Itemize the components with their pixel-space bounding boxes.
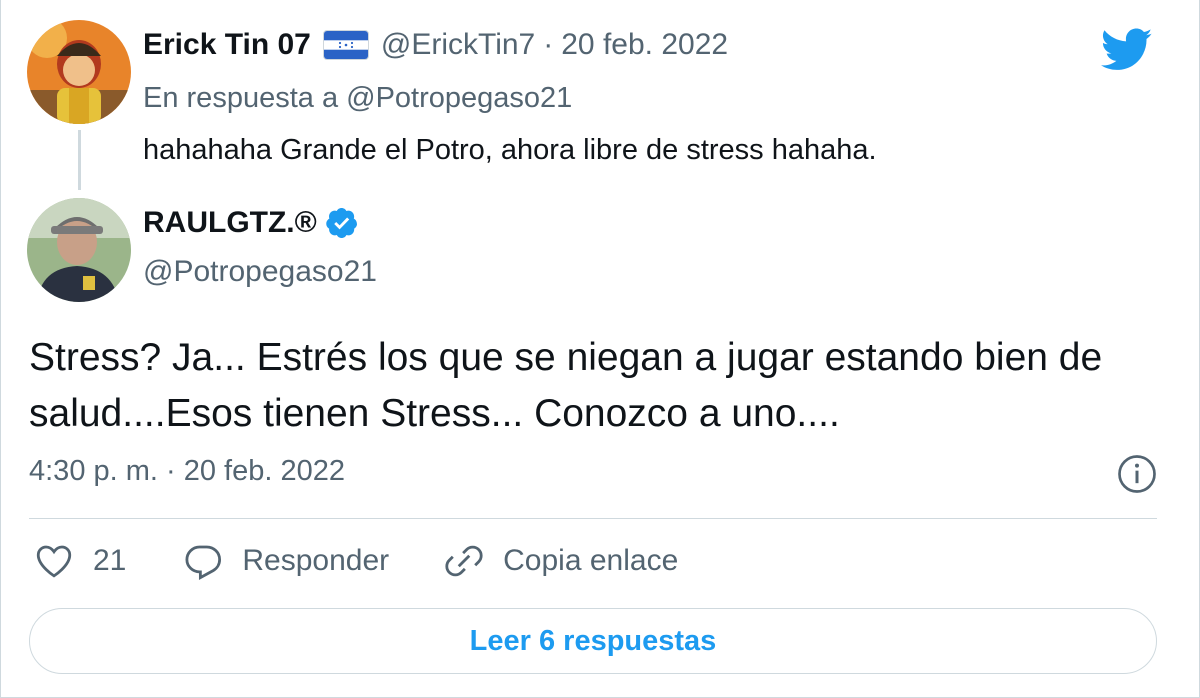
reply-label: Responder (242, 544, 390, 577)
parent-date[interactable]: 20 feb. 2022 (561, 28, 728, 62)
like-button[interactable]: 21 (33, 540, 126, 582)
main-tweet-text: Stress? Ja... Estrés los que se niegan a… (29, 336, 1103, 435)
avatar-photo (27, 198, 131, 302)
verified-badge-icon (326, 207, 357, 239)
parent-display-name[interactable]: Erick Tin 07 (143, 28, 311, 62)
copy-link-button[interactable]: Copia enlace (443, 540, 678, 582)
avatar-erick-tin[interactable] (27, 20, 131, 124)
twitter-bird-icon[interactable] (1101, 28, 1153, 72)
tweet-actions: 21 Responder Copia enlace (33, 540, 712, 582)
parent-handle[interactable]: @ErickTin7 (381, 28, 535, 62)
reply-bubble-icon (185, 545, 222, 580)
like-count: 21 (93, 544, 127, 577)
info-icon[interactable] (1117, 454, 1157, 494)
parent-tweet-header: Erick Tin 07 @ErickTin7 · 20 feb. 2022 (143, 28, 728, 62)
thread-connector-line (78, 130, 81, 190)
main-display-name[interactable]: RAULGTZ.® (143, 206, 317, 240)
tweet-timestamp[interactable]: 4:30 p. m. · 20 feb. 2022 (29, 455, 345, 488)
heart-icon (36, 545, 72, 578)
honduras-flag-icon (322, 30, 369, 60)
link-icon (445, 545, 483, 577)
reply-button[interactable]: Responder (182, 540, 389, 582)
avatar-raulgtz[interactable] (27, 198, 131, 302)
copy-link-label: Copia enlace (503, 544, 679, 577)
read-replies-button[interactable]: Leer 6 respuestas (29, 608, 1157, 674)
main-handle[interactable]: @Potropegaso21 (143, 255, 377, 289)
main-name-row: RAULGTZ.® (143, 206, 359, 240)
avatar-illustration (27, 20, 131, 124)
reply-to-label[interactable]: En respuesta a @Potropegaso21 (143, 82, 572, 115)
parent-tweet-text: hahahaha Grande el Potro, ahora libre de… (143, 134, 877, 166)
divider (29, 518, 1157, 519)
embedded-tweet-card: Erick Tin 07 @ErickTin7 · 20 feb. 2022 E… (0, 0, 1200, 698)
separator-dot: · (543, 28, 554, 61)
